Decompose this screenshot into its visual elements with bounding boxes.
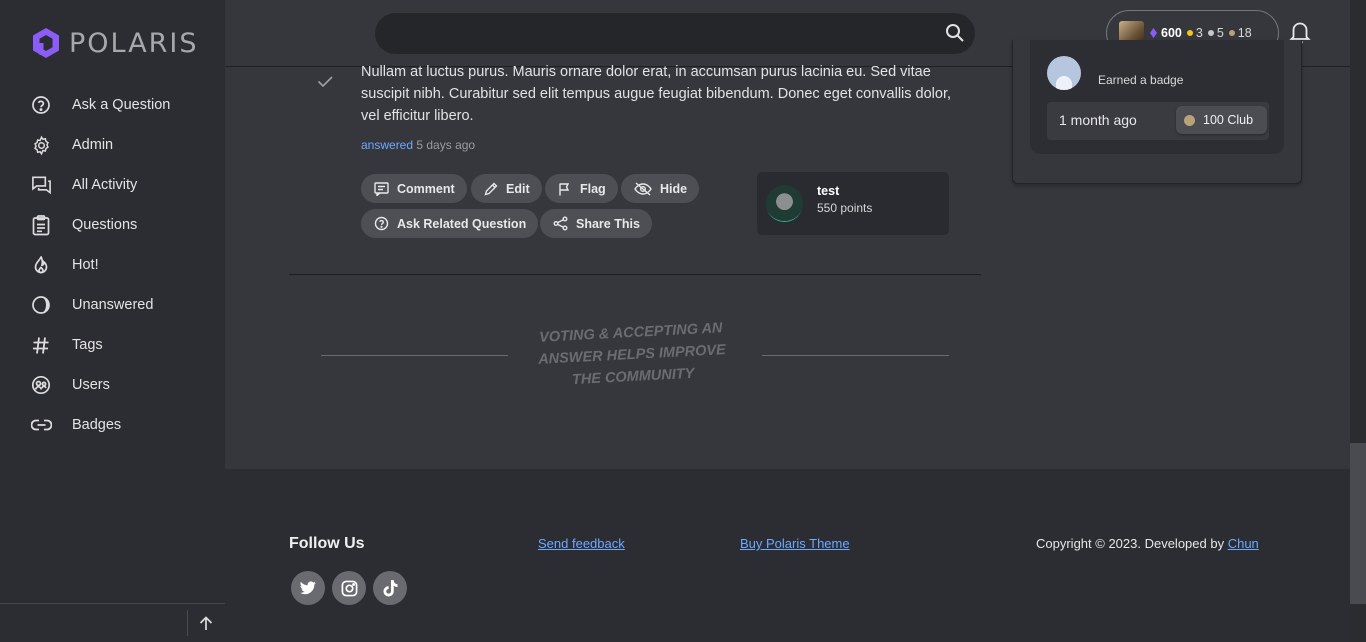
search-icon[interactable] — [945, 23, 965, 48]
author-name[interactable]: test — [817, 184, 839, 198]
chat-bubbles-icon — [30, 174, 52, 196]
follow-heading: Follow Us — [289, 535, 365, 552]
question-circle-icon — [30, 94, 52, 116]
bronze-dot-icon — [1184, 115, 1195, 126]
gem-icon — [1150, 28, 1157, 38]
scroll-to-top-button[interactable] — [196, 613, 216, 633]
tiktok-icon[interactable] — [373, 571, 407, 605]
share-icon — [553, 216, 568, 231]
sidebar-item-unanswered[interactable]: Unanswered — [0, 285, 225, 325]
voting-note: VOTING & ACCEPTING AN ANSWER HELPS IMPRO… — [537, 320, 727, 389]
user-points: 600 — [1150, 26, 1182, 40]
clipboard-icon — [30, 214, 52, 236]
bronze-dot-icon — [1228, 30, 1235, 36]
sidebar-item-label: All Activity — [72, 177, 138, 193]
arrow-up-icon — [199, 615, 213, 630]
author-points: 550 points — [817, 201, 873, 215]
answer-body: Nullam at luctus purus. Mauris ornare do… — [361, 64, 952, 124]
scrollbar-thumb[interactable] — [1350, 443, 1366, 604]
silver-badge-count: 5 — [1207, 26, 1224, 40]
gold-badge-count: 3 — [1186, 26, 1203, 40]
sidebar-item-label: Badges — [72, 417, 122, 433]
divider — [289, 274, 981, 275]
avatar — [766, 185, 803, 222]
sidebar-nav: Ask a Question Admin All Activity Questi… — [0, 85, 225, 445]
gold-dot-icon — [1186, 30, 1193, 36]
search-bar[interactable] — [375, 13, 975, 54]
buy-theme-link[interactable]: Buy Polaris Theme — [740, 536, 850, 551]
sidebar-item-label: Ask a Question — [72, 97, 171, 113]
hash-icon — [30, 334, 52, 356]
flame-icon — [30, 254, 52, 276]
sidebar-item-users[interactable]: Users — [0, 365, 225, 405]
divider — [187, 610, 188, 636]
silver-dot-icon — [1207, 30, 1214, 36]
sidebar-item-label: Unanswered — [72, 297, 154, 313]
activity-text: Earned a badge — [1098, 73, 1184, 87]
activity-row: 1 month ago 100 Club — [1047, 102, 1269, 140]
sidebar-item-all-activity[interactable]: All Activity — [0, 165, 225, 205]
bronze-badge-count: 18 — [1228, 26, 1252, 40]
eye-off-icon — [634, 181, 652, 196]
sidebar-item-questions[interactable]: Questions — [0, 205, 225, 245]
activity-time: 1 month ago — [1059, 112, 1137, 128]
brand-name: POLARIS — [69, 27, 199, 59]
answer-time: 5 days ago — [416, 138, 476, 152]
divider — [762, 355, 949, 356]
logo[interactable]: POLARIS — [31, 27, 199, 59]
sidebar-item-hot[interactable]: Hot! — [0, 245, 225, 285]
activity-widget: Earned a badge 1 month ago 100 Club — [1012, 40, 1302, 184]
users-icon — [30, 374, 52, 396]
ask-related-question-button[interactable]: Ask Related Question — [361, 209, 539, 238]
copyright: Copyright © 2023. Developed by Chun — [1036, 536, 1259, 551]
flag-icon — [559, 182, 570, 195]
answer-meta: answered 5 days ago — [361, 138, 475, 152]
sidebar-item-label: Hot! — [72, 257, 99, 273]
search-input[interactable] — [395, 13, 935, 54]
instagram-icon[interactable] — [332, 571, 366, 605]
accepted-check-icon[interactable] — [315, 71, 335, 96]
edit-button[interactable]: Edit — [471, 174, 542, 203]
divider — [321, 355, 508, 356]
sidebar-footer — [0, 603, 225, 642]
comment-icon — [374, 181, 389, 196]
link-icon — [30, 414, 52, 436]
sidebar-item-ask-question[interactable]: Ask a Question — [0, 85, 225, 125]
hide-button[interactable]: Hide — [621, 174, 700, 203]
badge-chip[interactable]: 100 Club — [1176, 106, 1268, 134]
sidebar-item-badges[interactable]: Badges — [0, 405, 225, 445]
half-circle-icon — [30, 294, 52, 316]
avatar[interactable] — [1047, 56, 1081, 90]
sidebar-item-label: Tags — [72, 337, 103, 353]
twitter-icon[interactable] — [291, 571, 325, 605]
send-feedback-link[interactable]: Send feedback — [538, 536, 625, 551]
polaris-logo-icon — [33, 28, 59, 58]
developer-link[interactable]: Chun — [1228, 536, 1259, 551]
footer: Follow Us Send feedback Buy Polaris Them… — [225, 469, 1350, 642]
gear-icon — [30, 134, 52, 156]
sidebar-item-label: Admin — [72, 137, 114, 153]
sidebar-item-label: Questions — [72, 217, 138, 233]
sidebar-item-admin[interactable]: Admin — [0, 125, 225, 165]
flag-button[interactable]: Flag — [545, 174, 618, 203]
answer-author-card[interactable]: test 550 points — [757, 172, 949, 235]
activity-item: Earned a badge 1 month ago 100 Club — [1030, 40, 1284, 154]
sidebar-item-label: Users — [72, 377, 110, 393]
answered-link[interactable]: answered — [361, 138, 413, 152]
sidebar: POLARIS Ask a Question Admin All Activit… — [0, 0, 225, 642]
share-button[interactable]: Share This — [540, 209, 652, 238]
pencil-icon — [484, 182, 498, 196]
comment-button[interactable]: Comment — [361, 174, 467, 203]
sidebar-item-tags[interactable]: Tags — [0, 325, 225, 365]
question-circle-icon — [374, 216, 389, 231]
